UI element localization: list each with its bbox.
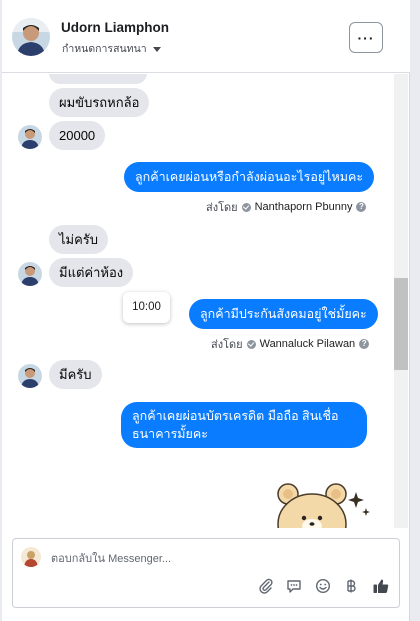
more-options-button[interactable]: ··· <box>349 22 383 53</box>
message-bubble-incoming: ผมขับรถหกล้อ <box>49 88 150 117</box>
message-list[interactable]: ผมขับรถหกล้อ 20000 ลูกค้าเคยผ่อนหรือกำลั… <box>2 74 394 528</box>
message-line: ลูกค้าเคยผ่อนบัตรเครดิต มือถือ สินเชื่อ <box>132 409 339 423</box>
emoji-icon[interactable] <box>313 576 333 596</box>
conversation-status-label: กำหนดการสนทนา <box>62 43 147 55</box>
check-circle-icon <box>241 202 251 212</box>
message-line: ธนาคารมั้ยคะ <box>132 427 208 441</box>
contact-name[interactable]: Udorn Liamphon <box>61 20 169 35</box>
help-icon[interactable]: ? <box>359 339 370 349</box>
conversation-panel: Udorn Liamphon กำหนดการสนทนา ··· ผมขับรถ… <box>2 0 410 621</box>
reply-input[interactable] <box>51 550 351 568</box>
sent-by-label: ส่งโดย <box>211 339 243 351</box>
message-bubble-outgoing: ลูกค้าเคยผ่อนหรือกำลังผ่อนอะไรอยู่ไหมคะ <box>124 162 375 192</box>
conversation-status[interactable]: กำหนดการสนทนา <box>62 40 161 57</box>
timestamp-tooltip: 10:00 <box>123 292 170 323</box>
message-bubble-outgoing: ลูกค้ามีประกันสังคมอยู่ใช่มั้ยคะ <box>189 299 378 329</box>
scrollbar-thumb[interactable] <box>394 278 408 370</box>
check-circle-icon <box>246 339 256 349</box>
chevron-down-icon[interactable] <box>152 46 161 52</box>
thumbs-up-icon[interactable] <box>371 576 391 596</box>
bear-sticker <box>274 482 374 528</box>
sender-name[interactable]: Nanthaporn Pbunny <box>255 201 353 213</box>
sent-by-line: ส่งโดย Wannaluck Pilawan ? <box>211 335 370 353</box>
message-bubble-incoming: 20000 <box>49 121 106 150</box>
message-bubble-incoming: ไม่ครับ <box>49 225 109 254</box>
message-bubble-incoming-partial <box>49 74 147 84</box>
contact-avatar[interactable] <box>12 18 50 56</box>
help-icon[interactable]: ? <box>356 202 367 212</box>
page-avatar <box>21 547 41 567</box>
contact-mini-avatar[interactable] <box>18 262 42 286</box>
attachment-icon[interactable] <box>256 576 276 596</box>
conversation-header: Udorn Liamphon กำหนดการสนทนา ··· <box>2 0 410 73</box>
message-bubble-outgoing: ลูกค้าเคยผ่อนบัตรเครดิต มือถือ สินเชื่อ … <box>121 402 367 448</box>
saved-reply-icon[interactable] <box>284 576 304 596</box>
message-bubble-incoming: มีแต่ค่าห้อง <box>49 258 134 287</box>
sent-by-label: ส่งโดย <box>206 202 238 214</box>
baht-payment-icon[interactable] <box>341 576 361 596</box>
sender-name[interactable]: Wannaluck Pilawan <box>260 338 356 350</box>
contact-mini-avatar[interactable] <box>18 125 42 149</box>
sent-by-line: ส่งโดย Nanthaporn Pbunny ? <box>206 198 367 216</box>
message-composer <box>12 538 400 608</box>
message-bubble-incoming: มีครับ <box>49 360 102 389</box>
contact-mini-avatar[interactable] <box>18 364 42 388</box>
